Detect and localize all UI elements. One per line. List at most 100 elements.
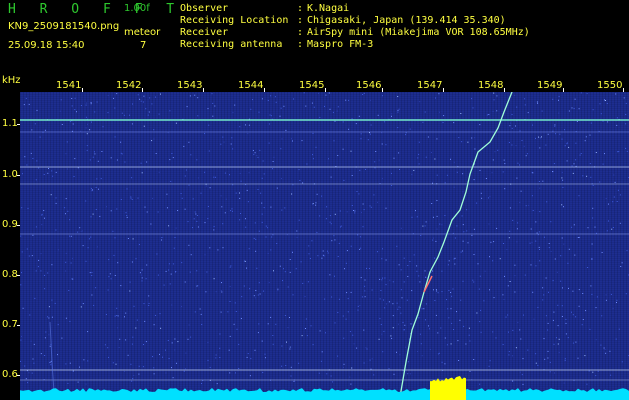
noise-speck (609, 350, 611, 352)
noise-speck (197, 177, 199, 179)
noise-speck (69, 121, 71, 123)
noise-speck (543, 294, 545, 296)
noise-speck (489, 195, 491, 197)
noise-speck (479, 124, 481, 126)
noise-speck (558, 96, 560, 97)
noise-speck (35, 270, 37, 272)
noise-speck (575, 159, 577, 161)
noise-speck (400, 227, 402, 229)
noise-speck (425, 156, 427, 158)
noise-speck (277, 288, 279, 290)
noise-speck (121, 153, 123, 155)
noise-speck (138, 244, 140, 245)
noise-speck (474, 148, 476, 150)
noise-speck (289, 271, 291, 273)
noise-speck (580, 153, 582, 154)
noise-speck (511, 144, 513, 146)
noise-speck (113, 97, 114, 99)
noise-speck (131, 261, 133, 263)
noise-speck (326, 373, 328, 375)
noise-speck (69, 362, 71, 364)
noise-speck (613, 196, 615, 198)
noise-speck (360, 138, 362, 140)
noise-speck (400, 307, 401, 308)
noise-speck (319, 330, 321, 332)
noise-speck (604, 153, 605, 155)
noise-speck (379, 298, 381, 300)
noise-speck (30, 340, 32, 342)
noise-speck (537, 306, 539, 308)
noise-speck (545, 315, 547, 317)
noise-speck (172, 263, 174, 265)
noise-speck (360, 277, 362, 279)
noise-speck (51, 170, 53, 172)
noise-speck (270, 316, 272, 318)
noise-speck (607, 121, 609, 123)
noise-speck (489, 360, 491, 362)
noise-speck (367, 139, 369, 141)
noise-speck (585, 310, 587, 312)
noise-speck (138, 373, 140, 375)
noise-speck (279, 265, 281, 267)
noise-speck (407, 373, 409, 375)
noise-speck (604, 349, 606, 350)
noise-speck (100, 178, 102, 180)
noise-speck (388, 301, 390, 303)
noise-speck (560, 255, 562, 257)
noise-speck (353, 210, 354, 211)
noise-speck (413, 254, 415, 256)
noise-speck (74, 109, 76, 111)
noise-speck (36, 109, 38, 111)
noise-speck (160, 327, 162, 329)
noise-speck (48, 334, 50, 336)
noise-speck (563, 382, 565, 384)
noise-speck (491, 172, 493, 174)
noise-speck (468, 327, 470, 329)
noise-speck (55, 202, 57, 204)
noise-speck (397, 111, 399, 113)
noise-speck (439, 223, 441, 225)
noise-speck (298, 362, 300, 364)
noise-speck (396, 351, 397, 353)
noise-speck (142, 366, 144, 368)
noise-speck (557, 304, 559, 306)
noise-speck (581, 324, 583, 326)
noise-speck (307, 281, 309, 283)
noise-speck (289, 346, 291, 348)
x-tick-label: 1546 (356, 80, 382, 91)
noise-speck (469, 370, 471, 372)
noise-speck (388, 368, 390, 370)
noise-speck (615, 93, 617, 95)
noise-speck (40, 270, 42, 272)
noise-speck (86, 102, 88, 104)
noise-speck (61, 124, 63, 125)
noise-speck (174, 237, 176, 238)
noise-speck (282, 280, 283, 282)
noise-speck (50, 360, 52, 362)
noise-speck (302, 182, 304, 184)
noise-speck (625, 147, 627, 149)
noise-speck (145, 278, 147, 280)
noise-speck (112, 230, 114, 232)
noise-speck (146, 264, 148, 266)
noise-speck (354, 210, 356, 212)
noise-speck (619, 194, 621, 196)
noise-speck (425, 221, 427, 223)
noise-speck (398, 152, 400, 154)
noise-speck (351, 175, 353, 176)
noise-speck (547, 133, 549, 135)
noise-speck (211, 93, 213, 95)
noise-speck (229, 301, 231, 302)
noise-speck (327, 250, 328, 252)
noise-speck (315, 146, 317, 148)
noise-speck (446, 344, 448, 346)
noise-speck (383, 299, 384, 301)
noise-speck (502, 171, 504, 173)
noise-speck (315, 204, 317, 206)
noise-speck (284, 315, 286, 316)
noise-speck (245, 124, 246, 126)
noise-speck (153, 324, 155, 326)
noise-speck (141, 280, 143, 282)
noise-speck (36, 160, 38, 162)
noise-speck (177, 341, 179, 343)
